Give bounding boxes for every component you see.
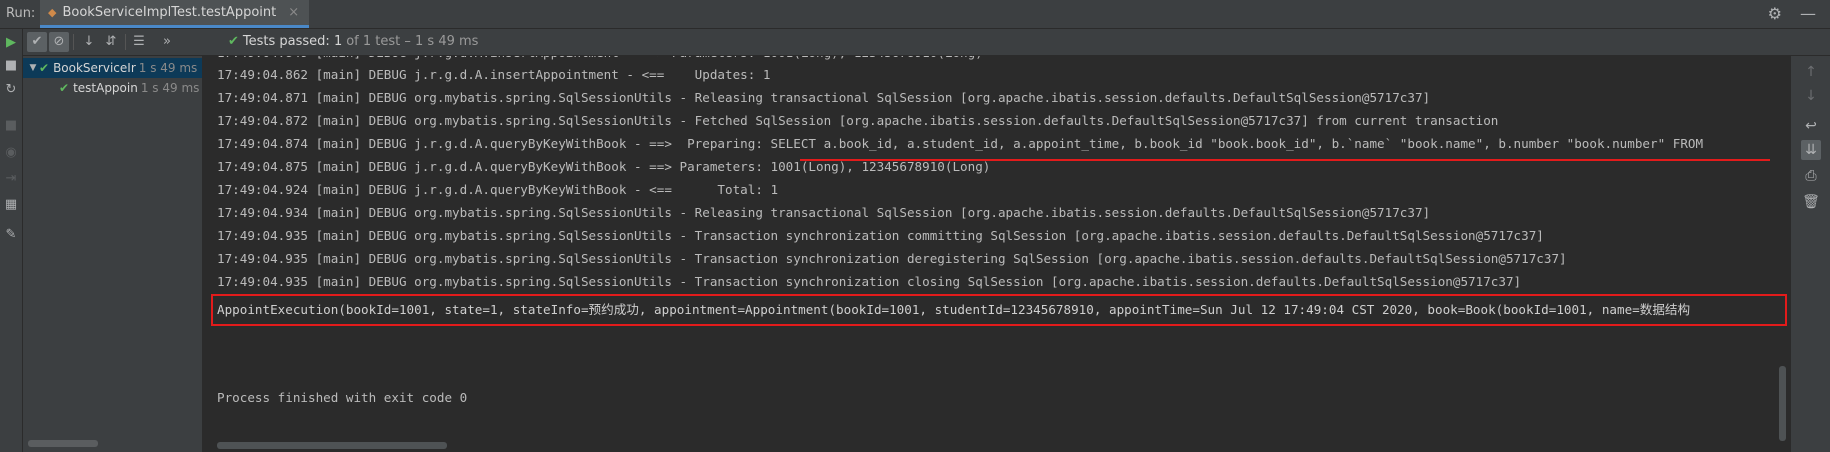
console-horizontal-scrollbar[interactable]	[217, 442, 447, 449]
test-class-name: BookServiceIr	[53, 61, 136, 75]
console-line: 17:49:04.934 [main] DEBUG org.mybatis.sp…	[217, 205, 1431, 220]
toggle-auto-test-icon[interactable]: ↻	[4, 83, 18, 97]
expand-arrow-icon[interactable]: ▼	[27, 63, 39, 73]
console-side-toolbar: ↑ ↓ ↩ ⇊ ⎙ 🗑	[1790, 56, 1830, 452]
print-icon[interactable]: ⎙	[1801, 166, 1821, 186]
pin-icon[interactable]: ✎	[4, 228, 18, 242]
run-side-toolbar: ▶ ■ ↻ ■ ◉ ⇥ ▦ ✎	[0, 29, 23, 452]
tree-horizontal-scrollbar[interactable]	[28, 440, 98, 447]
test-tree-row-method[interactable]: ✔ testAppoin 1 s 49 ms	[23, 78, 202, 98]
console-line: 17:49:04.924 [main] DEBUG j.r.g.d.A.quer…	[217, 182, 779, 197]
console-line: 17:49:04.935 [main] DEBUG org.mybatis.sp…	[217, 228, 1544, 243]
stop-icon[interactable]: ■	[4, 119, 18, 133]
rerun-icon[interactable]: ▶	[4, 36, 18, 50]
run-config-tab[interactable]: ◆ BookServiceImplTest.testAppoint ×	[40, 0, 310, 28]
console-line-result: AppointExecution(bookId=1001, state=1, s…	[217, 302, 1691, 317]
toolbar-divider	[73, 34, 74, 50]
console-output[interactable]: 17:49:04.849 [main] DEBUG j.r.g.d.A.inse…	[203, 56, 1790, 452]
minimize-icon[interactable]: —	[1800, 4, 1816, 23]
stop-icon[interactable]: ■	[4, 59, 18, 73]
trash-icon[interactable]: 🗑	[1801, 192, 1821, 212]
test-tree: ▼ ✔ BookServiceIr 1 s 49 ms ✔ testAppoin…	[23, 56, 203, 452]
console-line: 17:49:04.935 [main] DEBUG org.mybatis.sp…	[217, 274, 1522, 289]
console-line-exit: Process finished with exit code 0	[217, 390, 468, 405]
scroll-down-icon[interactable]: ↓	[1801, 86, 1821, 106]
gear-icon[interactable]: ⚙	[1768, 4, 1782, 23]
scroll-to-end-icon[interactable]: ⇊	[1801, 140, 1821, 160]
run-label: Run:	[6, 6, 36, 21]
tests-detail-label: of 1 test – 1 s 49 ms	[346, 34, 479, 49]
console-line: 17:49:04.935 [main] DEBUG org.mybatis.sp…	[217, 251, 1567, 266]
expand-collapse-icon[interactable]: ☰	[129, 32, 149, 52]
show-ignored-icon[interactable]: ⊘	[49, 32, 69, 52]
sort-by-duration-icon[interactable]: ⇵	[101, 32, 121, 52]
test-class-duration: 1 s 49 ms	[138, 61, 198, 75]
more-actions-icon[interactable]: »	[157, 32, 177, 52]
console-vertical-scrollbar[interactable]	[1779, 366, 1786, 441]
sort-alphabetically-icon[interactable]: ↓	[79, 32, 99, 52]
run-config-tab-label: BookServiceImplTest.testAppoint	[62, 5, 277, 20]
scroll-up-icon[interactable]: ↑	[1801, 62, 1821, 82]
console-line: 17:49:04.849 [main] DEBUG j.r.g.d.A.inse…	[217, 56, 983, 64]
test-method-duration: 1 s 49 ms	[140, 81, 200, 95]
console-line: 17:49:04.862 [main] DEBUG j.r.g.d.A.inse…	[217, 67, 771, 82]
toolbar-divider	[125, 34, 126, 50]
test-tree-row-class[interactable]: ▼ ✔ BookServiceIr 1 s 49 ms	[23, 58, 202, 78]
test-results-toolbar: ✔ ⊘ ↓ ⇵ ☰ » ✔ Tests passed: 1 of 1 test …	[23, 29, 1830, 56]
java-test-icon: ◆	[48, 6, 57, 19]
exit-icon[interactable]: ⇥	[4, 172, 18, 186]
console-line: 17:49:04.872 [main] DEBUG org.mybatis.sp…	[217, 113, 1499, 128]
test-method-name: testAppoin	[73, 81, 138, 95]
console-line-sql-preparing: 17:49:04.874 [main] DEBUG j.r.g.d.A.quer…	[217, 136, 1704, 151]
camera-icon[interactable]: ◉	[4, 146, 18, 160]
passed-check-icon: ✔	[228, 34, 239, 49]
test-pass-icon: ✔	[39, 61, 50, 75]
run-toolwindow-header: Run: ◆ BookServiceImplTest.testAppoint ×…	[0, 0, 1830, 29]
tests-passed-label: Tests passed: 1	[242, 34, 343, 49]
soft-wrap-icon[interactable]: ↩	[1801, 116, 1821, 136]
close-icon[interactable]: ×	[288, 5, 299, 20]
test-pass-icon: ✔	[59, 81, 70, 95]
layout-icon[interactable]: ▦	[4, 198, 18, 212]
sql-highlight-underline	[800, 159, 1770, 161]
show-passed-icon[interactable]: ✔	[27, 32, 47, 52]
test-status: ✔ Tests passed: 1 of 1 test – 1 s 49 ms	[228, 34, 478, 49]
console-line: 17:49:04.871 [main] DEBUG org.mybatis.sp…	[217, 90, 1431, 105]
